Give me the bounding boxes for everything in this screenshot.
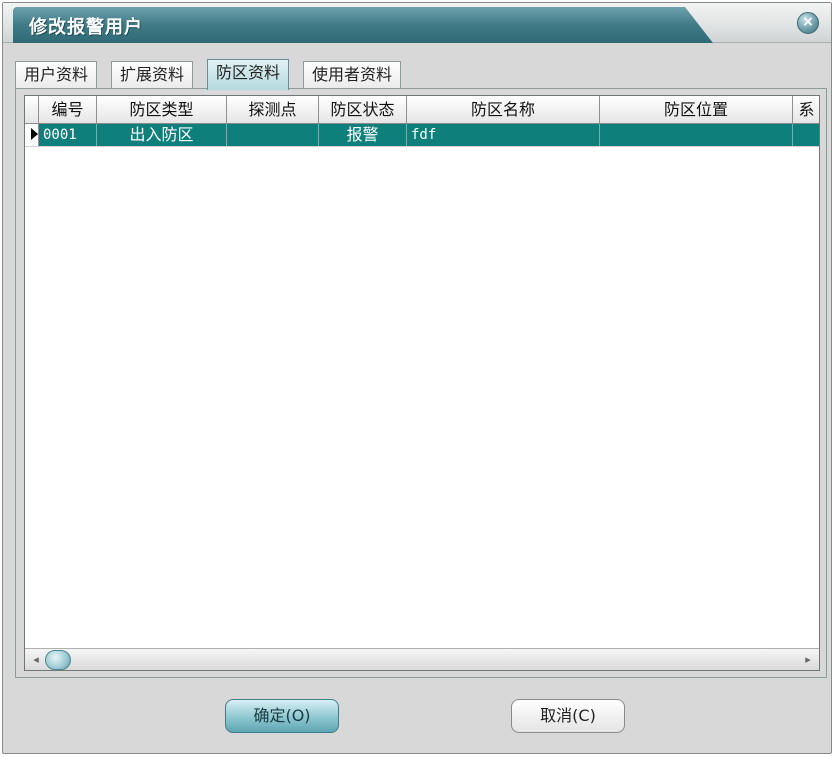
tab-panel: 编号 防区类型 探测点 防区状态 防区名称 防区位置 系 0001 出入防区 报… — [15, 88, 827, 678]
tab-label: 用户资料 — [24, 65, 89, 84]
column-header-zone-status[interactable]: 防区状态 — [319, 96, 407, 123]
column-header-zone-location[interactable]: 防区位置 — [600, 96, 793, 123]
window-title: 修改报警用户 — [29, 17, 143, 38]
scroll-right-icon[interactable]: ▸ — [799, 651, 817, 669]
cancel-button[interactable]: 取消(C) — [511, 699, 625, 733]
close-button[interactable]: × — [797, 12, 819, 34]
cell-detector[interactable] — [227, 124, 319, 146]
column-header-zone-name[interactable]: 防区名称 — [407, 96, 600, 123]
row-indicator — [25, 124, 39, 146]
cell-zone-location[interactable] — [600, 124, 793, 146]
cell-zone-type[interactable]: 出入防区 — [97, 124, 227, 146]
row-pointer-icon — [31, 128, 38, 140]
scroll-left-icon[interactable]: ◂ — [27, 651, 45, 669]
ok-button[interactable]: 确定(O) — [225, 699, 339, 733]
tab-user-info[interactable]: 用户资料 — [15, 61, 98, 89]
scroll-thumb[interactable] — [45, 650, 71, 670]
dialog-window: 修改报警用户 × 用户资料 扩展资料 防区资料 使用者资料 编号 防区类型 探测… — [2, 2, 832, 754]
close-icon: × — [802, 14, 814, 30]
tab-extended-info[interactable]: 扩展资料 — [111, 61, 194, 89]
title-bar[interactable]: 修改报警用户 × — [3, 3, 831, 43]
table-row[interactable]: 0001 出入防区 报警 fdf — [25, 124, 819, 147]
grid-header: 编号 防区类型 探测点 防区状态 防区名称 防区位置 系 — [25, 96, 819, 124]
tab-label: 扩展资料 — [120, 65, 185, 84]
tab-zone-info[interactable]: 防区资料 — [207, 59, 290, 90]
tab-user-person-info[interactable]: 使用者资料 — [303, 61, 402, 89]
zone-grid[interactable]: 编号 防区类型 探测点 防区状态 防区名称 防区位置 系 0001 出入防区 报… — [24, 95, 820, 671]
horizontal-scrollbar[interactable]: ◂ ▸ — [25, 648, 819, 670]
cell-zone-name[interactable]: fdf — [407, 124, 600, 146]
cell-zone-status[interactable]: 报警 — [319, 124, 407, 146]
tab-label: 防区资料 — [216, 63, 281, 82]
cell-truncated[interactable] — [793, 124, 819, 146]
cell-id[interactable]: 0001 — [39, 124, 97, 146]
column-header-detector[interactable]: 探测点 — [227, 96, 319, 123]
header-indicator-cell — [25, 96, 39, 123]
column-header-id[interactable]: 编号 — [39, 96, 97, 123]
column-header-truncated[interactable]: 系 — [793, 96, 819, 123]
tab-label: 使用者资料 — [312, 65, 393, 84]
column-header-zone-type[interactable]: 防区类型 — [97, 96, 227, 123]
